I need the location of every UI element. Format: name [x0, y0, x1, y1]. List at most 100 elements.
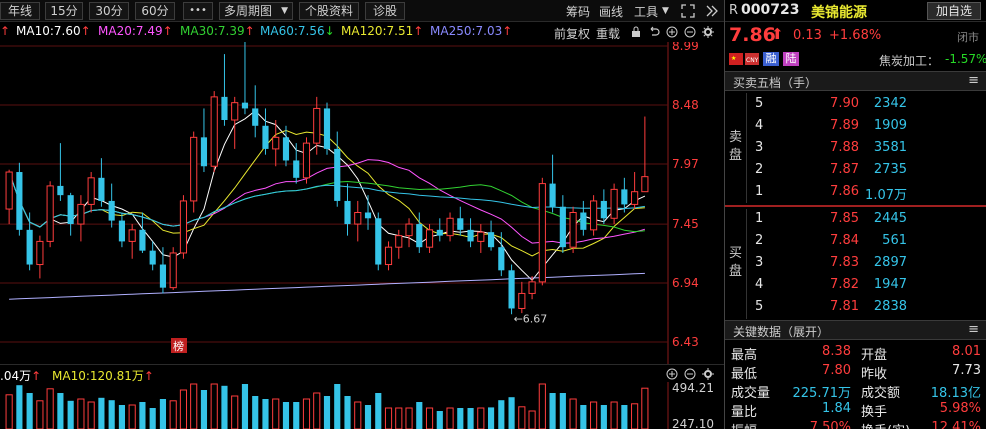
candle[interactable]: [16, 162, 23, 236]
bid-row[interactable]: 1 7.85 2445: [725, 209, 986, 231]
candle[interactable]: [98, 158, 105, 207]
candle[interactable]: [508, 264, 515, 315]
period-15min-button[interactable]: 15分: [45, 2, 83, 20]
bid-row[interactable]: 3 7.83 2897: [725, 253, 986, 275]
pre-adjust-button[interactable]: 前复权: [554, 25, 590, 42]
candle-body: [221, 96, 228, 120]
expand-icon[interactable]: [681, 4, 695, 18]
ask-row[interactable]: 2 7.87 2735: [725, 160, 986, 182]
candle[interactable]: [108, 183, 115, 228]
reload-button[interactable]: 重载: [596, 25, 620, 42]
volume-zoom-out-icon[interactable]: [684, 368, 696, 380]
candle[interactable]: [179, 195, 188, 259]
candle[interactable]: [293, 143, 300, 184]
candle[interactable]: [384, 241, 393, 271]
period-year-button[interactable]: 年线: [0, 2, 40, 20]
candle[interactable]: [26, 212, 33, 271]
candle[interactable]: [580, 200, 587, 236]
settings-gear-icon[interactable]: [702, 26, 714, 38]
double-chevron-right-icon[interactable]: [705, 4, 719, 18]
candle[interactable]: [549, 154, 556, 213]
kline-chart[interactable]: 8.998.487.977.456.946.43←9.26←6.67榜: [0, 42, 724, 364]
menu-icon[interactable]: ≡: [968, 73, 979, 88]
candle[interactable]: [631, 172, 639, 210]
ask-volume: 3581: [873, 140, 907, 155]
candle[interactable]: [457, 206, 464, 236]
candle[interactable]: [118, 212, 125, 248]
candle[interactable]: [590, 195, 598, 236]
ask-row[interactable]: 4 7.89 1909: [725, 116, 986, 138]
bid-row[interactable]: 2 7.84 561: [725, 231, 986, 253]
candle[interactable]: [405, 218, 413, 248]
candle[interactable]: [323, 102, 331, 155]
candle[interactable]: [169, 247, 177, 290]
candle[interactable]: [364, 195, 372, 230]
ask-row[interactable]: 5 7.90 2342: [725, 94, 986, 116]
candle[interactable]: [159, 247, 167, 294]
candle[interactable]: [67, 192, 74, 236]
candle[interactable]: [221, 54, 228, 126]
tools-chevron-icon[interactable]: ▼: [662, 6, 669, 16]
candle[interactable]: [139, 212, 146, 253]
candle[interactable]: [641, 116, 649, 193]
ask-row[interactable]: 1 7.86 1.07万: [725, 182, 986, 204]
candle[interactable]: [190, 131, 198, 213]
candle[interactable]: [302, 137, 311, 184]
sector-label[interactable]: 焦炭加工：: [879, 52, 939, 69]
bid-row[interactable]: 4 7.82 1947: [725, 275, 986, 297]
candle[interactable]: [528, 276, 536, 300]
chip-button[interactable]: 筹码: [566, 3, 590, 20]
more-periods-button[interactable]: •••: [183, 2, 213, 20]
add-watchlist-button[interactable]: 加自选: [927, 2, 981, 20]
candle[interactable]: [467, 218, 474, 248]
key-data-header[interactable]: 关键数据（展开） ≡: [725, 320, 986, 340]
volume-zoom-in-icon[interactable]: [666, 368, 678, 380]
candle[interactable]: [518, 281, 526, 314]
draw-line-button[interactable]: 画线: [599, 3, 623, 20]
key-data-menu-icon[interactable]: ≡: [968, 322, 979, 337]
volume-settings-icon[interactable]: [702, 368, 714, 380]
candle[interactable]: [569, 206, 577, 253]
period-60min-button[interactable]: 60分: [135, 2, 175, 20]
candle[interactable]: [57, 143, 64, 201]
candle[interactable]: [252, 85, 259, 138]
candle[interactable]: [344, 183, 351, 236]
candle[interactable]: [446, 212, 454, 242]
candle[interactable]: [46, 181, 54, 248]
candle[interactable]: [375, 212, 382, 271]
candle[interactable]: [87, 172, 95, 213]
period-30min-button[interactable]: 30分: [89, 2, 129, 20]
diagnose-button[interactable]: 诊股: [365, 2, 405, 20]
stock-info-button[interactable]: 个股资料: [299, 2, 359, 20]
candle[interactable]: [128, 224, 136, 259]
volume-chart[interactable]: 494.21 247.10: [0, 382, 724, 429]
key-value: 12.41%: [931, 420, 981, 429]
bid-row[interactable]: 5 7.81 2838: [725, 297, 986, 319]
candle[interactable]: [77, 195, 85, 242]
undo-icon[interactable]: [648, 26, 660, 38]
candle[interactable]: [200, 108, 208, 173]
order-book-header[interactable]: 买卖五档（手） ≡: [725, 71, 986, 91]
multi-period-dropdown[interactable]: 多周期图 ▼: [219, 2, 293, 20]
candle[interactable]: [477, 224, 485, 253]
ask-row[interactable]: 3 7.88 3581: [725, 138, 986, 160]
candle[interactable]: [241, 42, 249, 115]
zoom-out-icon[interactable]: [684, 26, 696, 38]
candle[interactable]: [149, 241, 156, 271]
candle[interactable]: [210, 91, 218, 173]
candle[interactable]: [334, 131, 341, 207]
candle[interactable]: [487, 220, 495, 251]
lock-icon[interactable]: [630, 26, 642, 38]
candle[interactable]: [282, 125, 290, 167]
candle[interactable]: [354, 200, 362, 242]
tools-button[interactable]: 工具: [634, 3, 658, 20]
candle[interactable]: [262, 108, 269, 155]
candle[interactable]: [395, 229, 403, 259]
candle[interactable]: [559, 195, 566, 253]
candle[interactable]: [436, 218, 443, 242]
candle[interactable]: [5, 169, 13, 225]
candle[interactable]: [36, 235, 44, 279]
candle[interactable]: [538, 177, 546, 286]
candle[interactable]: [610, 183, 618, 225]
zoom-in-icon[interactable]: [666, 26, 678, 38]
